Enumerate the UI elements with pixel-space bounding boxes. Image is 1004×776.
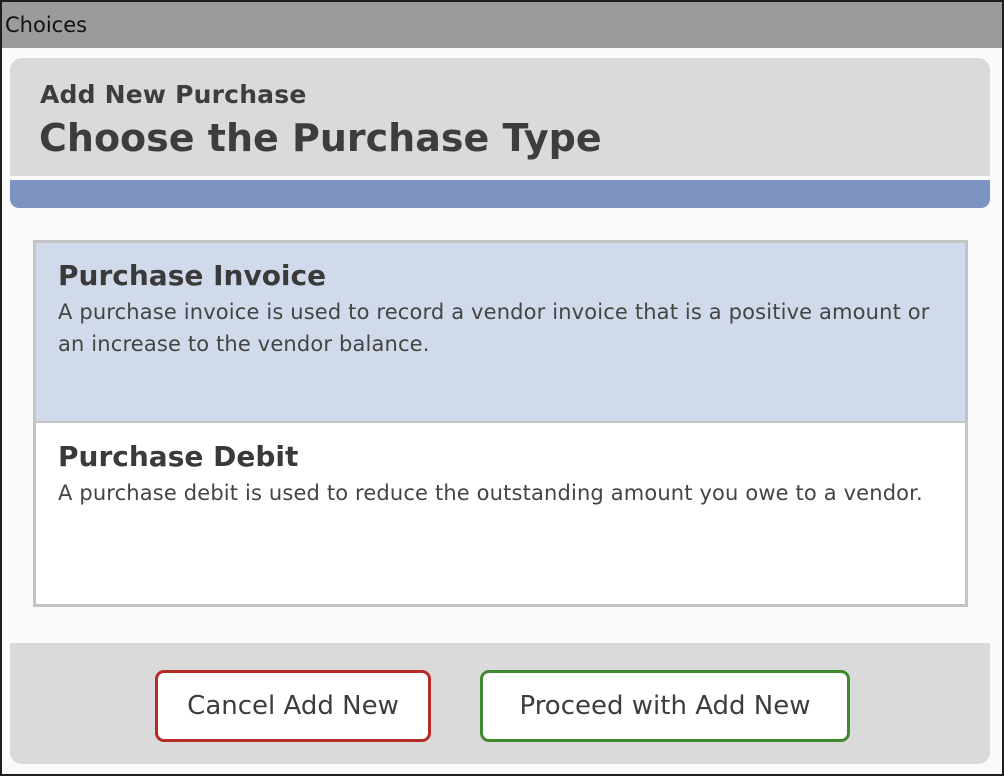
dialog-header: Add New Purchase Choose the Purchase Typ… bbox=[10, 58, 990, 176]
choice-purchase-invoice[interactable]: Purchase Invoice A purchase invoice is u… bbox=[36, 243, 965, 423]
dialog-subtitle: Add New Purchase bbox=[40, 80, 307, 109]
page-title: Choose the Purchase Type bbox=[39, 116, 602, 160]
accent-bar bbox=[10, 180, 990, 208]
proceed-add-new-button[interactable]: Proceed with Add New bbox=[480, 670, 850, 742]
choice-title: Purchase Debit bbox=[58, 440, 299, 473]
choice-description: A purchase invoice is used to record a v… bbox=[58, 300, 930, 356]
choice-title: Purchase Invoice bbox=[58, 259, 327, 292]
window-title: Choices bbox=[5, 13, 88, 37]
choices-window: Choices Add New Purchase Choose the Purc… bbox=[0, 0, 1004, 776]
dialog-footer: Cancel Add New Proceed with Add New bbox=[10, 643, 990, 764]
purchase-type-list: Purchase Invoice A purchase invoice is u… bbox=[33, 240, 968, 607]
title-bar[interactable]: Choices bbox=[2, 2, 1002, 48]
choice-description: A purchase debit is used to reduce the o… bbox=[58, 481, 923, 505]
cancel-add-new-button[interactable]: Cancel Add New bbox=[155, 670, 431, 742]
choice-purchase-debit[interactable]: Purchase Debit A purchase debit is used … bbox=[36, 424, 965, 604]
